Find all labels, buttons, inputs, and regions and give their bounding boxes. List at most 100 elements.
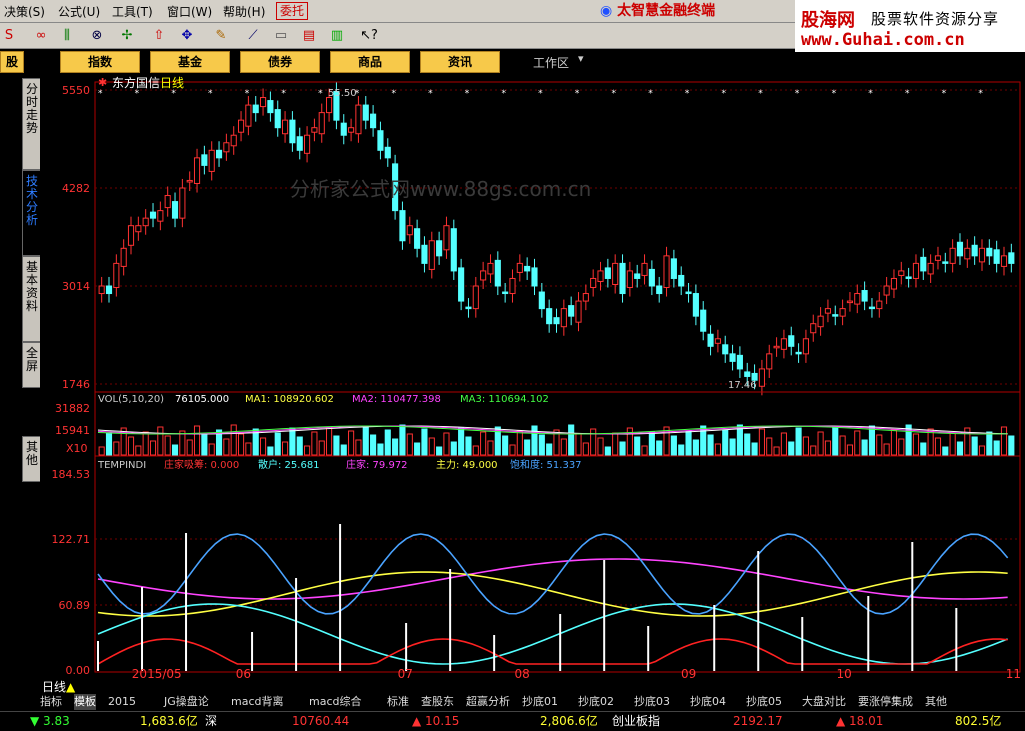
binoculars-icon[interactable]: ⊗ [88, 27, 106, 44]
signal-marker: * [245, 89, 250, 99]
volume-bar [729, 438, 736, 456]
signal-marker: * [575, 89, 580, 99]
candle-body [890, 277, 898, 290]
signal-marker: * [795, 89, 800, 99]
candle-body [927, 262, 934, 275]
indicator-tab[interactable]: 要涨停集成 [858, 694, 913, 710]
nav-fund[interactable]: 基金 [150, 51, 230, 73]
chart-icon[interactable]: ✢ [118, 27, 136, 44]
indicator-tab[interactable]: 超赢分析 [466, 694, 510, 710]
volume-bar [149, 440, 157, 456]
indicator-tab[interactable]: 抄底02 [578, 694, 614, 710]
volume-bar [846, 444, 854, 456]
volume-bar [648, 431, 655, 456]
s-icon[interactable]: S [0, 27, 18, 44]
candle-body [714, 338, 721, 344]
side-tab-technical[interactable]: 技术分析 [22, 170, 42, 256]
indicator-tab[interactable]: macd综合 [309, 694, 362, 710]
menu-formula[interactable]: 公式(U) [58, 3, 100, 20]
indicator-tab[interactable]: 模板 [74, 694, 96, 710]
line-tool-icon[interactable]: ⟋ [244, 27, 262, 44]
indicator-tab[interactable]: 抄底01 [522, 694, 558, 710]
nav-news[interactable]: 资讯 [420, 51, 500, 73]
volume-bar [971, 436, 978, 456]
indicator-tab[interactable]: 抄底04 [690, 694, 726, 710]
candle-body [502, 291, 509, 295]
workspace-label[interactable]: 工作区 [533, 54, 569, 71]
nav-bond[interactable]: 债券 [240, 51, 320, 73]
panel-icon[interactable]: ▤ [300, 27, 318, 44]
nav-stock[interactable]: 股 [0, 51, 24, 73]
candle-body [223, 142, 230, 153]
indicator-tab[interactable]: 抄底03 [634, 694, 670, 710]
side-tab-intraday[interactable]: 分时走势 [22, 78, 42, 170]
candle-body [179, 187, 186, 219]
ind-zhuli: 主力: 49.000 [436, 458, 498, 471]
window-icon[interactable]: ▭ [272, 27, 290, 44]
signal-marker: * [942, 89, 947, 99]
candle-body [678, 274, 685, 287]
entrust-button[interactable]: 委托 [276, 2, 309, 20]
menu-window[interactable]: 窗口(W) [167, 3, 212, 20]
candle-body [832, 314, 839, 317]
ind-sanhu: 散户: 25.681 [258, 458, 320, 471]
candle-body [641, 262, 648, 276]
chevron-down-icon[interactable]: ▾ [578, 52, 584, 65]
indicator-tab[interactable]: 标准 [387, 694, 409, 710]
candle-body [304, 134, 311, 154]
volume-bar [934, 437, 942, 456]
watermark: 分析家公式网www.88gs.com.cn [290, 177, 591, 201]
indicator-tab[interactable]: 大盘对比 [802, 694, 846, 710]
status-item: 802.5亿 [955, 714, 1002, 728]
side-tab-other[interactable]: 其他 [22, 436, 42, 482]
help-pointer-icon[interactable]: ↖? [360, 27, 378, 44]
indicator-tab[interactable]: 查股东 [421, 694, 454, 710]
candle-body [824, 308, 831, 314]
volume-bar [604, 446, 611, 456]
ind-zhuangjia: 庄家: 79.972 [346, 458, 408, 471]
volume-bar [758, 428, 765, 456]
indicator-tab[interactable]: 抄底05 [746, 694, 782, 710]
menu-help[interactable]: 帮助(H) [223, 3, 265, 20]
indicator-tab[interactable]: macd背离 [231, 694, 284, 710]
volume-bar [780, 432, 787, 456]
move-icon[interactable]: ✥ [178, 27, 196, 44]
menu-decision[interactable]: 决策(S) [4, 3, 45, 20]
bars-icon[interactable]: ⫼ [58, 27, 76, 44]
volume-bar [245, 442, 252, 456]
indicator-tab[interactable]: JG操盘论 [164, 694, 209, 710]
candle-body [773, 345, 780, 349]
volume-bar [560, 438, 567, 456]
status-item: 创业板指 [612, 714, 661, 728]
volume-series [97, 424, 1015, 456]
candle-body [1000, 255, 1008, 267]
candle-body [920, 256, 927, 272]
volume-bar [340, 444, 347, 456]
signal-marker: * [538, 89, 543, 99]
link-icon[interactable]: ∞ [32, 27, 50, 44]
indicator-tab[interactable]: 其他 [925, 694, 947, 710]
signal-marker: * [281, 89, 286, 99]
chart-gear-icon[interactable]: ✱ [98, 76, 107, 89]
pencil-icon[interactable]: ✎ [212, 27, 230, 44]
candle-body [516, 262, 523, 273]
volume-bar [678, 444, 685, 456]
candle-body [612, 262, 619, 285]
volume-bar [670, 435, 677, 456]
menu-tools[interactable]: 工具(T) [112, 3, 153, 20]
period-label[interactable]: 日线▲ [42, 678, 75, 695]
price-tick: 1746 [62, 378, 90, 391]
candle-body [934, 255, 942, 261]
volume-bar [237, 433, 245, 456]
columns-icon[interactable]: ▥ [328, 27, 346, 44]
side-tab-fundamentals[interactable]: 基本资料 [22, 256, 42, 342]
stock-chart[interactable]: 5550 4282 3014 1746 * * * * * * * * * * * * * * * * * * * * * * *… [40, 74, 1023, 680]
side-tab-fullscreen[interactable]: 全屏 [22, 342, 42, 388]
candle-body [98, 285, 105, 295]
indicator-tab[interactable]: 指标 [40, 694, 62, 710]
nav-index[interactable]: 指数 [60, 51, 140, 73]
arrow-icon[interactable]: ⇧ [150, 27, 168, 44]
ind-tick: 60.89 [59, 599, 91, 612]
indicator-tab[interactable]: 2015 [108, 694, 136, 710]
nav-commodity[interactable]: 商品 [330, 51, 410, 73]
